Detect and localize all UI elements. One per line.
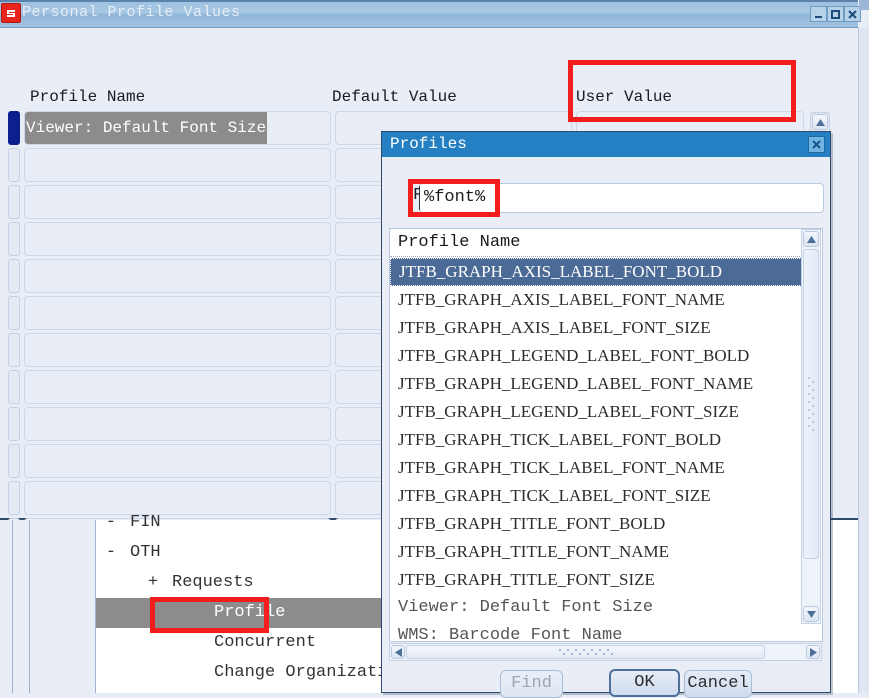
row-selector[interactable]	[8, 222, 20, 256]
scroll-up-icon[interactable]	[812, 114, 828, 130]
tree-toggle-expand-icon[interactable]: +	[146, 568, 160, 598]
row-selector[interactable]	[8, 296, 20, 330]
column-header-default-value: Default Value	[332, 88, 457, 106]
window-vertical-scrollbar[interactable]	[858, 28, 869, 693]
list-column-header: Profile Name	[390, 229, 804, 257]
cell-profile-name[interactable]	[24, 370, 331, 404]
list-item[interactable]: WMS: Barcode Font Name	[390, 622, 804, 641]
user-value-highlight	[568, 60, 796, 122]
tree-node-requests[interactable]: Requests	[172, 568, 254, 598]
tree-gutter-outer	[0, 520, 13, 693]
list-item[interactable]: Viewer: Default Font Size	[390, 594, 804, 622]
list-item[interactable]: JTFB_GRAPH_AXIS_LABEL_FONT_SIZE	[390, 314, 804, 342]
profiles-dialog-titlebar[interactable]: Profiles	[382, 132, 830, 157]
application-window: Personal Profile Values Profile Name Def…	[0, 0, 869, 698]
cell-profile-name[interactable]	[24, 444, 331, 478]
window-vertical-scrollbar-thumb[interactable]	[859, 0, 869, 10]
tree-node-oth[interactable]: OTH	[130, 538, 161, 568]
list-vertical-scrollbar[interactable]	[801, 229, 821, 624]
row-selector[interactable]	[8, 407, 20, 441]
cell-profile-name[interactable]	[24, 407, 331, 441]
list-item[interactable]: JTFB_GRAPH_TITLE_FONT_SIZE	[390, 566, 804, 594]
window-title: Personal Profile Values	[22, 4, 241, 21]
list-item[interactable]: JTFB_GRAPH_TICK_LABEL_FONT_BOLD	[390, 426, 804, 454]
list-item[interactable]: JTFB_GRAPH_LEGEND_LABEL_FONT_BOLD	[390, 342, 804, 370]
list-item[interactable]: JTFB_GRAPH_TITLE_FONT_BOLD	[390, 510, 804, 538]
tree-toggle-collapse-icon[interactable]: -	[104, 508, 118, 538]
cell-profile-name[interactable]	[24, 185, 331, 219]
row-selector[interactable]	[8, 259, 20, 293]
list-item[interactable]: JTFB_GRAPH_LEGEND_LABEL_FONT_NAME	[390, 370, 804, 398]
profiles-dialog-title: Profiles	[390, 135, 467, 153]
list-item[interactable]: JTFB_GRAPH_AXIS_LABEL_FONT_BOLD	[390, 258, 804, 286]
list-hscrollbar-thumb[interactable]	[406, 645, 765, 659]
row-selector[interactable]	[8, 111, 20, 145]
column-header-profile-name: Profile Name	[30, 88, 146, 106]
list-item[interactable]: JTFB_GRAPH_AXIS_LABEL_FONT_NAME	[390, 286, 804, 314]
oracle-forms-icon	[1, 3, 21, 23]
list-item[interactable]: JTFB_GRAPH_TICK_LABEL_FONT_SIZE	[390, 482, 804, 510]
find-field-highlight	[408, 179, 500, 217]
close-icon[interactable]	[808, 136, 825, 153]
profiles-list-panel: Profile Name JTFB_GRAPH_AXIS_LABEL_FONT_…	[389, 228, 823, 642]
tree-node-fin[interactable]: FIN	[130, 508, 161, 538]
cell-text: Viewer: Default Font Size	[25, 112, 268, 144]
cell-profile-name[interactable]: Viewer: Default Font Size	[24, 111, 331, 145]
profiles-list[interactable]: JTFB_GRAPH_AXIS_LABEL_FONT_BOLD JTFB_GRAP…	[390, 258, 804, 641]
row-selector[interactable]	[8, 370, 20, 404]
find-button[interactable]: Find	[500, 670, 563, 698]
list-item[interactable]: JTFB_GRAPH_TITLE_FONT_NAME	[390, 538, 804, 566]
row-selector[interactable]	[8, 333, 20, 367]
window-titlebar[interactable]: Personal Profile Values	[0, 0, 861, 28]
tree-gutter-inner	[30, 520, 96, 693]
cell-profile-name[interactable]	[24, 296, 331, 330]
maximize-icon[interactable]	[827, 6, 844, 22]
cell-profile-name[interactable]	[24, 222, 331, 256]
scroll-left-icon[interactable]	[391, 645, 405, 659]
cell-profile-name[interactable]	[24, 259, 331, 293]
titlebar-accent-line	[0, 0, 858, 2]
row-selector[interactable]	[8, 481, 20, 515]
row-selector[interactable]	[8, 148, 20, 182]
tree-node-change-organization[interactable]: Change Organization	[214, 658, 408, 688]
row-selector[interactable]	[8, 185, 20, 219]
scroll-down-icon[interactable]	[803, 606, 819, 622]
list-item[interactable]: JTFB_GRAPH_TICK_LABEL_FONT_NAME	[390, 454, 804, 482]
row-selector[interactable]	[8, 444, 20, 478]
scroll-right-icon[interactable]	[806, 645, 820, 659]
list-scrollbar-thumb[interactable]	[803, 249, 819, 559]
cell-profile-name[interactable]	[24, 148, 331, 182]
tree-gutter-middle	[13, 520, 30, 693]
cell-profile-name[interactable]	[24, 333, 331, 367]
cell-profile-name[interactable]	[24, 481, 331, 515]
tree-toggle-collapse-icon[interactable]: -	[104, 538, 118, 568]
scroll-up-icon[interactable]	[803, 231, 819, 247]
profile-node-highlight	[150, 597, 269, 633]
cancel-button[interactable]: Cancel	[684, 670, 752, 698]
list-horizontal-scrollbar[interactable]	[389, 643, 822, 661]
list-item[interactable]: JTFB_GRAPH_LEGEND_LABEL_FONT_SIZE	[390, 398, 804, 426]
minimize-icon[interactable]	[810, 6, 827, 22]
